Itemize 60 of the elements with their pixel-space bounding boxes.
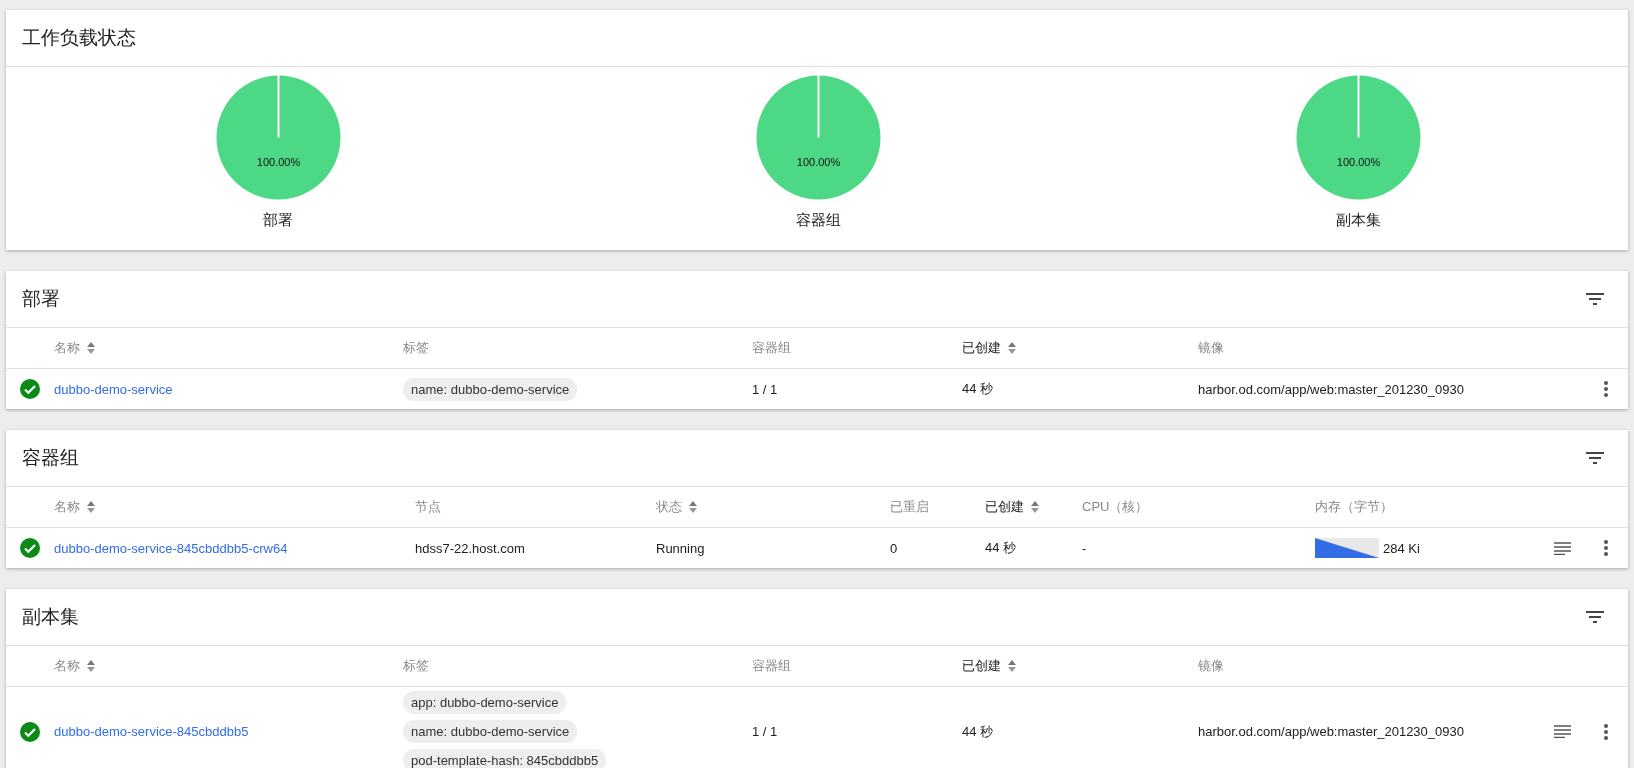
resource-link[interactable]: dubbo-demo-service-845cbddbb5 <box>54 724 249 739</box>
column-header: 标签 <box>403 339 429 357</box>
label-chip: pod-template-hash: 845cbddbb5 <box>403 749 607 768</box>
logs-icon[interactable] <box>1553 725 1571 738</box>
table-cell: harbor.od.com/app/web:master_201230_0930 <box>1198 724 1464 739</box>
column-header: 节点 <box>415 498 441 516</box>
filter-icon[interactable] <box>1586 611 1604 623</box>
chart-label: 容器组 <box>795 211 841 230</box>
filter-icon[interactable] <box>1586 293 1604 305</box>
label-chip: app: dubbo-demo-service <box>403 691 567 714</box>
sort-icon[interactable] <box>86 341 96 355</box>
table-cell: - <box>1082 540 1087 556</box>
label-chip: name: dubbo-demo-service <box>403 377 578 401</box>
sort-icon[interactable] <box>1007 341 1017 355</box>
logs-icon[interactable] <box>1553 541 1571 555</box>
column-header[interactable]: 已创建 <box>985 498 1024 516</box>
percentage-label: 100.00% <box>796 156 840 168</box>
column-header: 容器组 <box>752 657 791 675</box>
column-header[interactable]: 已创建 <box>962 339 1001 357</box>
column-header: 内存（字节） <box>1315 498 1393 516</box>
resource-link[interactable]: dubbo-demo-service-845cbddbb5-crw64 <box>54 540 288 556</box>
table-cell: 0 <box>890 540 898 556</box>
label-chip: name: dubbo-demo-service <box>403 720 578 743</box>
table-cell: 1 / 1 <box>752 381 778 397</box>
filter-icon[interactable] <box>1586 452 1604 464</box>
table-cell: 44 秒 <box>985 540 1017 555</box>
column-header: 镜像 <box>1198 339 1224 357</box>
percentage-label: 100.00% <box>1336 156 1380 168</box>
more-menu-icon[interactable] <box>1604 381 1608 397</box>
sort-icon[interactable] <box>1030 500 1040 514</box>
column-header: 标签 <box>403 657 429 675</box>
column-header: 容器组 <box>752 339 791 357</box>
table-cell: Running <box>656 540 705 556</box>
column-header: CPU（核） <box>1082 498 1149 516</box>
card-title: 工作负载状态 <box>22 26 136 50</box>
column-header[interactable]: 名称 <box>54 339 80 357</box>
table-cell: 44 秒 <box>962 381 994 396</box>
card-title: 容器组 <box>22 446 79 470</box>
table-cell: harbor.od.com/app/web:master_201230_0930 <box>1198 381 1464 397</box>
column-header[interactable]: 状态 <box>656 498 682 516</box>
column-header: 镜像 <box>1198 657 1224 675</box>
column-header[interactable]: 已创建 <box>962 657 1001 675</box>
resource-link[interactable]: dubbo-demo-service <box>54 381 173 397</box>
column-header[interactable]: 名称 <box>54 657 80 675</box>
table-cell: 1 / 1 <box>752 724 778 739</box>
sparkline-drawing <box>1315 538 1379 558</box>
memory-value: 284 Ki <box>1383 540 1420 556</box>
chart-label: 副本集 <box>1335 211 1381 230</box>
percentage-label: 100.00% <box>256 156 300 168</box>
column-header[interactable]: 名称 <box>54 498 80 516</box>
more-menu-icon[interactable] <box>1604 540 1608 556</box>
sort-icon[interactable] <box>86 500 96 514</box>
table-cell: 44 秒 <box>962 723 994 739</box>
table-cell: hdss7-22.host.com <box>415 540 525 556</box>
card-title: 部署 <box>22 287 60 311</box>
card-title: 副本集 <box>22 605 79 629</box>
more-menu-icon[interactable] <box>1604 723 1608 740</box>
sort-icon[interactable] <box>688 500 698 514</box>
chart-label: 部署 <box>263 211 293 230</box>
column-header: 已重启 <box>890 498 929 516</box>
